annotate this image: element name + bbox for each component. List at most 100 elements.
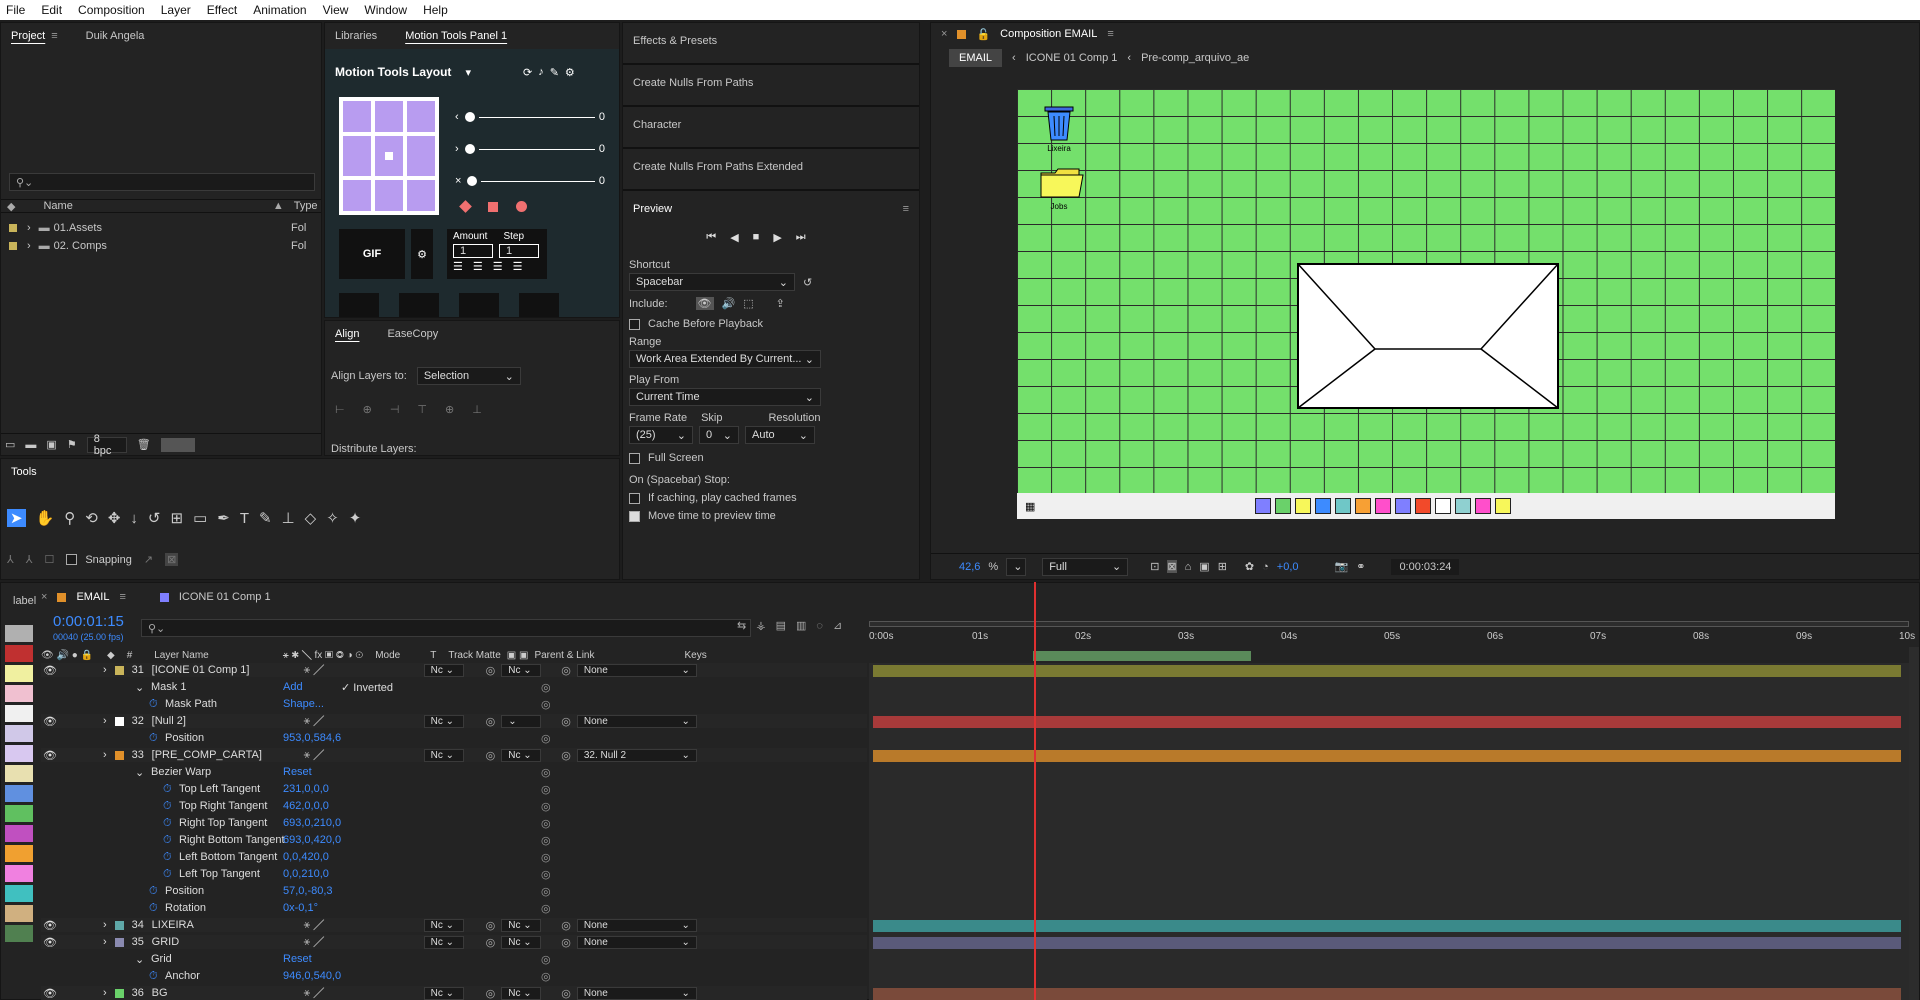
next-frame-icon[interactable]: ▶: [773, 231, 781, 244]
layer-name[interactable]: [ICONE 01 Comp 1]: [152, 664, 304, 676]
stopwatch-icon[interactable]: ⏱: [163, 783, 172, 796]
property-row[interactable]: ⏱ Position 57,0,-80,3 ◎: [41, 884, 867, 898]
export-icon[interactable]: ⇪: [776, 297, 785, 310]
property-value[interactable]: Add: [283, 681, 303, 693]
breadcrumb-precomp[interactable]: Pre-comp_arquivo_ae: [1141, 52, 1249, 64]
property-row[interactable]: ⌄ Bezier Warp Reset ◎: [41, 765, 867, 779]
label-color-swatch[interactable]: [5, 745, 33, 762]
label-color-swatch[interactable]: [5, 685, 33, 702]
roto-brush-icon[interactable]: ✧: [326, 509, 339, 527]
orbit-tool-icon[interactable]: ⟲: [85, 509, 98, 527]
matte-icon[interactable]: ◎: [486, 749, 496, 762]
layer-name[interactable]: [PRE_COMP_CARTA]: [152, 749, 304, 761]
gif-button[interactable]: GIF: [339, 229, 405, 279]
align-icon[interactable]: ☰: [493, 260, 503, 273]
expand-arrow-icon[interactable]: ⌄: [135, 953, 144, 966]
property-value[interactable]: Shape...: [283, 698, 324, 710]
graph-editor-icon[interactable]: ⊿: [833, 619, 842, 632]
color-swatch[interactable]: [1415, 498, 1432, 514]
visibility-icon[interactable]: 👁: [43, 749, 57, 762]
property-row[interactable]: ⏱ Left Bottom Tangent 0,0,420,0 ◎: [41, 850, 867, 864]
layer-name[interactable]: GRID: [152, 936, 304, 948]
stop-icon[interactable]: ■: [753, 231, 760, 243]
mask-visibility-icon[interactable]: ⌂: [1185, 561, 1192, 573]
breadcrumb-icone[interactable]: ICONE 01 Comp 1: [1026, 52, 1118, 64]
settings-button[interactable]: ⚙: [411, 229, 433, 279]
matte-icon[interactable]: ◎: [486, 919, 496, 932]
amount-input[interactable]: 1: [453, 244, 493, 258]
menu-composition[interactable]: Composition: [78, 3, 145, 17]
layer-name[interactable]: LIXEIRA: [152, 919, 304, 931]
tool-button[interactable]: [459, 293, 499, 317]
color-swatch[interactable]: [1315, 498, 1332, 514]
menu-file[interactable]: File: [6, 3, 25, 17]
expression-icon[interactable]: ◎: [541, 766, 551, 779]
property-row[interactable]: ⏱ Top Right Tangent 462,0,0,0 ◎: [41, 799, 867, 813]
column-type[interactable]: Type: [294, 200, 318, 212]
expression-icon[interactable]: ◎: [541, 970, 551, 983]
layer-duration-bar[interactable]: [873, 665, 1901, 677]
expand-arrow-icon[interactable]: ›: [103, 749, 107, 761]
menu-help[interactable]: Help: [423, 3, 448, 17]
transparency-grid-icon[interactable]: ⊠: [1167, 560, 1177, 573]
effects-item-4[interactable]: Create Nulls From Paths Extended: [623, 149, 919, 191]
audio-icon[interactable]: 🔊: [722, 297, 736, 310]
stopwatch-icon[interactable]: ⏱: [149, 698, 158, 711]
layer-duration-bar[interactable]: [873, 937, 1901, 949]
align-left-icon[interactable]: ⊢: [335, 403, 345, 416]
draft-3d-icon[interactable]: ⚶: [756, 619, 765, 632]
expression-icon[interactable]: ◎: [541, 800, 551, 813]
channel-icon[interactable]: ✿: [1245, 560, 1254, 573]
layer-row[interactable]: 👁 › 36 BG ⚹ ╱ Nc ⌄ ◎ Nc ⌄ ◎ None ⌄: [41, 986, 867, 1000]
tab-align[interactable]: Align: [335, 328, 359, 340]
close-icon[interactable]: ×: [941, 28, 947, 40]
time-ruler[interactable]: 0:00s 01s 02s 03s 04s 05s 06s 07s 08s 09s 10s: [869, 621, 1915, 661]
parent-dropdown[interactable]: None ⌄: [576, 663, 697, 677]
color-swatch[interactable]: [1475, 498, 1492, 514]
property-row[interactable]: ⌄ Grid Reset ◎: [41, 952, 867, 966]
label-color-swatch[interactable]: [5, 665, 33, 682]
snap-option-icon[interactable]: ↗: [144, 553, 153, 566]
parent-dropdown[interactable]: None ⌄: [576, 918, 697, 932]
eraser-tool-icon[interactable]: ◇: [305, 509, 317, 527]
stopwatch-icon[interactable]: ⏱: [149, 902, 158, 915]
selection-tool-icon[interactable]: ➤: [7, 509, 26, 527]
visibility-icon[interactable]: 👁: [43, 987, 57, 1000]
rectangle-tool-icon[interactable]: ▭: [193, 509, 207, 527]
tab-duik-angela[interactable]: Duik Angela: [86, 30, 145, 42]
color-swatch[interactable]: [1455, 498, 1472, 514]
new-comp-icon[interactable]: ▣: [46, 438, 56, 451]
dolly-tool-icon[interactable]: ↓: [130, 510, 138, 527]
dropdown-icon[interactable]: ▾: [465, 66, 471, 79]
effects-item-3[interactable]: Character: [623, 107, 919, 149]
expression-icon[interactable]: ◎: [541, 817, 551, 830]
align-bottom-icon[interactable]: ⊥: [472, 403, 482, 416]
layer-duration-bar[interactable]: [873, 750, 1901, 762]
layer-color-label[interactable]: [114, 988, 124, 998]
track-matte-dropdown[interactable]: Nc ⌄: [501, 918, 542, 932]
align-hcenter-icon[interactable]: ⊕: [363, 403, 372, 416]
zoom-dropdown[interactable]: ⌄: [1006, 557, 1027, 576]
reset-icon[interactable]: ↺: [803, 276, 812, 289]
parent-dropdown[interactable]: None ⌄: [576, 986, 697, 1000]
expand-arrow-icon[interactable]: ›: [103, 919, 107, 931]
parent-dropdown[interactable]: 32. Null 2 ⌄: [576, 748, 697, 762]
prev-frame-icon[interactable]: ◀: [730, 231, 738, 244]
label-color-swatch[interactable]: [5, 805, 33, 822]
expand-arrow-icon[interactable]: ⌄: [135, 766, 144, 779]
label-color-swatch[interactable]: [5, 705, 33, 722]
track-matte-dropdown[interactable]: Nc ⌄: [501, 748, 542, 762]
track-matte-dropdown[interactable]: ⌄: [501, 714, 542, 728]
expression-icon[interactable]: ◎: [541, 851, 551, 864]
expression-icon[interactable]: ◎: [541, 868, 551, 881]
rotate-tool-icon[interactable]: ↺: [148, 509, 161, 527]
stopwatch-icon[interactable]: ⏱: [163, 834, 172, 847]
shy-icon[interactable]: ▤: [776, 619, 786, 632]
bpc-button[interactable]: 8 bpc: [86, 433, 127, 457]
visibility-icon[interactable]: 👁: [43, 936, 57, 949]
switches-icon[interactable]: ⚹ ╱: [304, 664, 424, 677]
align-icon[interactable]: ☰: [513, 260, 523, 273]
label-color-swatch[interactable]: [5, 725, 33, 742]
layer-row[interactable]: 👁 › 34 LIXEIRA ⚹ ╱ Nc ⌄ ◎ Nc ⌄ ◎ None ⌄: [41, 918, 867, 932]
anchor-grid[interactable]: [339, 97, 439, 215]
